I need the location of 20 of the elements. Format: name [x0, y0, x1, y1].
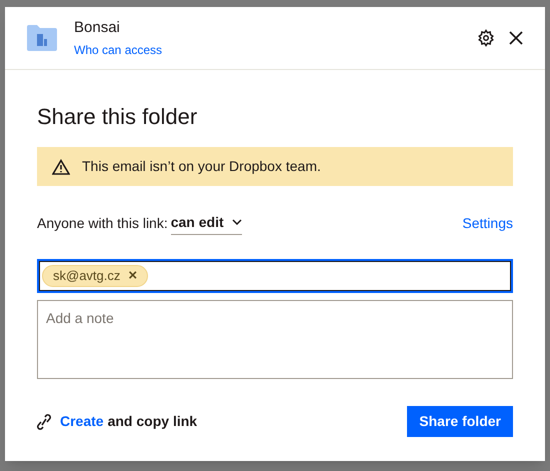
close-icon[interactable]	[509, 31, 523, 45]
settings-icon[interactable]	[477, 29, 495, 47]
copy-link-text: and copy link	[108, 412, 198, 431]
settings-link[interactable]: Settings	[462, 212, 513, 234]
link-icon	[37, 414, 51, 430]
warning-text: This email isn’t on your Dropbox team.	[82, 157, 321, 176]
permission-dropdown[interactable]: can edit	[170, 212, 242, 234]
email-chip[interactable]: sk@avtg.cz ×	[42, 265, 148, 287]
who-can-access-link[interactable]: Who can access	[74, 42, 477, 58]
share-folder-button[interactable]: Share folder	[407, 406, 513, 437]
recipients-field[interactable]: sk@avtg.cz ×	[37, 259, 513, 293]
link-access-label: Anyone with this link:	[37, 214, 168, 233]
chevron-down-icon	[232, 219, 242, 225]
note-field[interactable]: Add a note	[37, 300, 513, 379]
remove-icon[interactable]: ×	[128, 264, 138, 288]
folder-icon	[27, 25, 57, 51]
folder-title: Bonsai	[74, 18, 121, 38]
warning-icon	[52, 158, 70, 174]
dialog-heading: Share this folder	[37, 103, 198, 131]
create-link[interactable]: Create	[60, 411, 104, 432]
